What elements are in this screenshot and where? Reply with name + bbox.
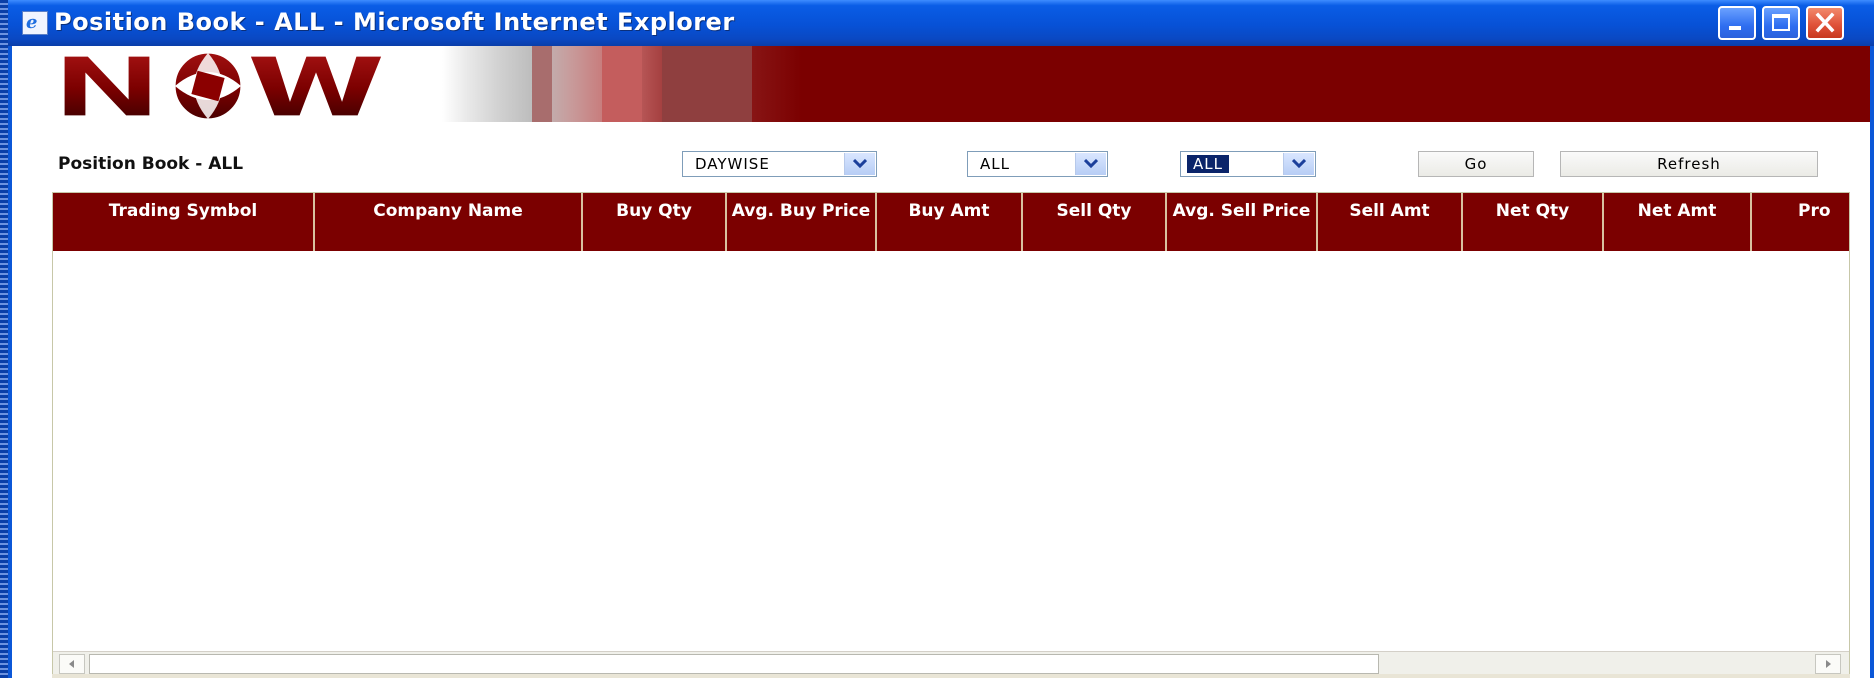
close-icon <box>1815 12 1835 33</box>
banner-stripe <box>662 46 752 122</box>
arrow-left-icon <box>69 660 74 668</box>
exchange-select-value: ALL <box>980 155 1010 173</box>
segment-select[interactable]: ALL <box>1180 151 1316 177</box>
browser-window: e Position Book - ALL - Microsoft Intern… <box>8 0 1874 678</box>
position-table: Trading Symbol Company Name Buy Qty Avg.… <box>52 192 1850 678</box>
column-header-pro[interactable]: Pro <box>1752 193 1849 251</box>
column-header-company-name[interactable]: Company Name <box>315 193 583 251</box>
window-title: Position Book - ALL - Microsoft Internet… <box>54 8 735 36</box>
column-header-net-qty[interactable]: Net Qty <box>1463 193 1604 251</box>
column-header-net-amt[interactable]: Net Amt <box>1604 193 1752 251</box>
column-header-sell-qty[interactable]: Sell Qty <box>1023 193 1167 251</box>
scroll-right-button[interactable] <box>1815 654 1841 674</box>
table-footer-strip <box>52 674 1850 678</box>
scroll-left-button[interactable] <box>59 654 85 674</box>
chevron-down-icon[interactable] <box>844 153 875 175</box>
arrow-right-icon <box>1826 660 1831 668</box>
go-button[interactable]: Go <box>1418 151 1534 177</box>
column-header-avg-sell-price[interactable]: Avg. Sell Price <box>1167 193 1318 251</box>
column-header-buy-qty[interactable]: Buy Qty <box>583 193 727 251</box>
title-bar[interactable]: e Position Book - ALL - Microsoft Intern… <box>8 0 1874 46</box>
ie-page-icon: e <box>22 11 48 35</box>
table-header: Trading Symbol Company Name Buy Qty Avg.… <box>53 193 1849 251</box>
column-header-avg-buy-price[interactable]: Avg. Buy Price <box>727 193 877 251</box>
now-logo <box>63 52 383 120</box>
scrollbar-thumb[interactable] <box>89 654 1379 674</box>
period-select[interactable]: DAYWISE <box>682 151 877 177</box>
banner-stripe <box>602 46 642 122</box>
header-banner <box>12 46 1870 122</box>
exchange-select[interactable]: ALL <box>967 151 1108 177</box>
banner-stripe <box>532 46 552 122</box>
chevron-down-icon[interactable] <box>1283 153 1314 175</box>
column-header-sell-amt[interactable]: Sell Amt <box>1318 193 1463 251</box>
page-content: Position Book - ALL DAYWISE ALL ALL Go R… <box>12 46 1870 678</box>
refresh-button[interactable]: Refresh <box>1560 151 1818 177</box>
minimize-button[interactable] <box>1718 6 1756 40</box>
desktop-edge <box>0 0 8 678</box>
period-select-value: DAYWISE <box>695 155 770 173</box>
close-button[interactable] <box>1806 6 1844 40</box>
maximize-button[interactable] <box>1762 6 1800 40</box>
column-header-trading-symbol[interactable]: Trading Symbol <box>53 193 315 251</box>
chevron-down-icon[interactable] <box>1075 153 1106 175</box>
segment-select-value: ALL <box>1186 154 1230 174</box>
maximize-icon <box>1772 14 1790 31</box>
page-title: Position Book - ALL <box>58 154 244 174</box>
column-header-buy-amt[interactable]: Buy Amt <box>877 193 1023 251</box>
minimize-icon <box>1729 26 1741 30</box>
